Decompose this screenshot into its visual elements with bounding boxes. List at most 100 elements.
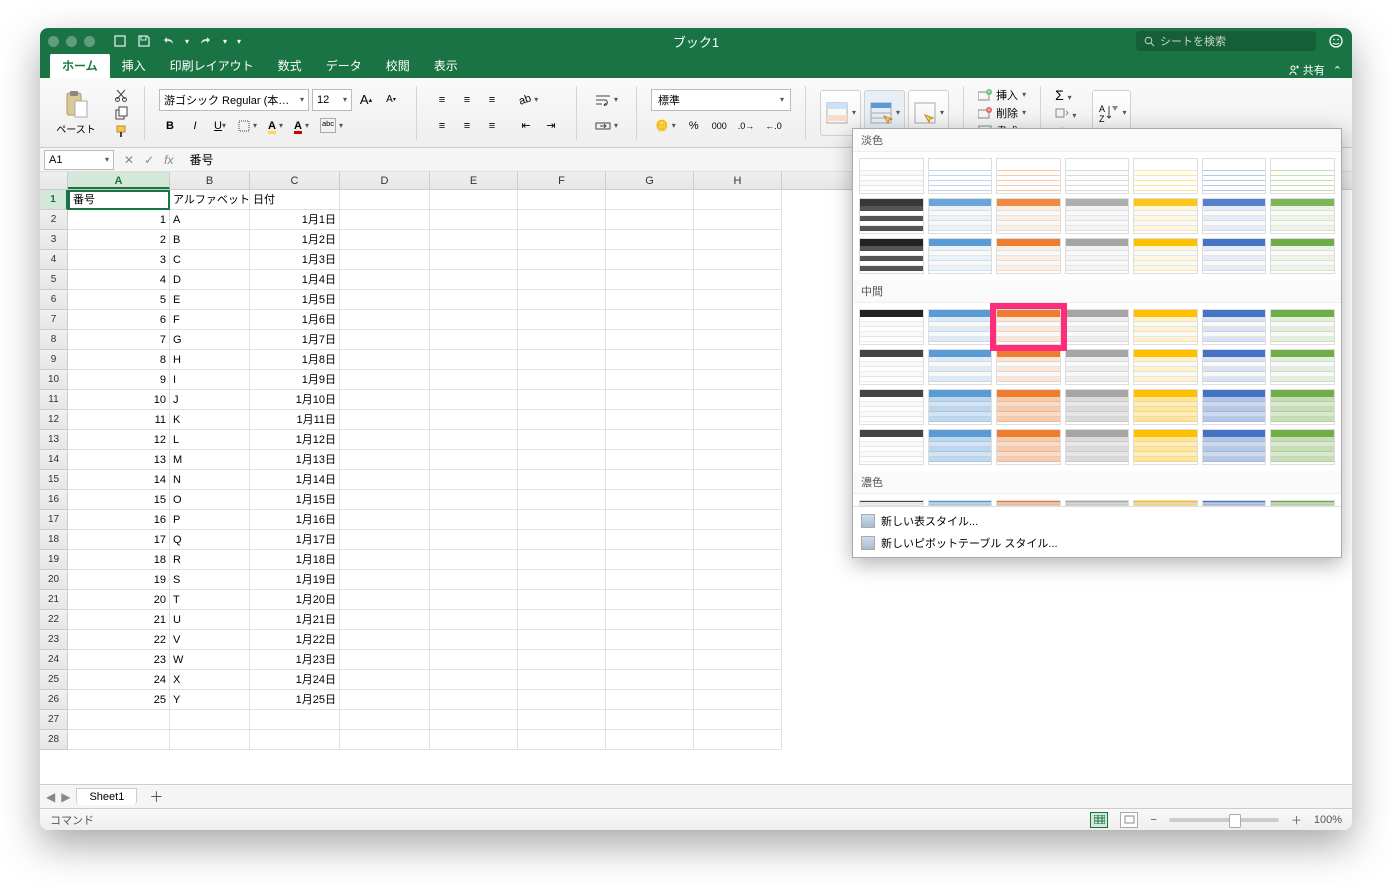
cell[interactable]: 24 — [68, 670, 170, 690]
table-style-thumb[interactable] — [928, 238, 993, 274]
cell[interactable] — [430, 530, 518, 550]
cell[interactable] — [606, 630, 694, 650]
cell[interactable] — [430, 430, 518, 450]
fill-color-button[interactable]: A — [264, 115, 287, 137]
autosum-button[interactable]: Σ ▾ — [1055, 87, 1076, 103]
table-style-thumb[interactable] — [859, 158, 924, 194]
share-button[interactable]: 共有 — [1287, 62, 1325, 78]
cell[interactable] — [518, 190, 606, 210]
row-header[interactable]: 21 — [40, 590, 68, 610]
comma-button[interactable]: 000 — [708, 115, 731, 137]
table-style-thumb[interactable] — [928, 198, 993, 234]
table-style-thumb[interactable] — [1133, 429, 1198, 465]
cell[interactable]: 1月5日 — [250, 290, 340, 310]
align-left-icon[interactable]: ≡ — [431, 115, 453, 137]
page-layout-view-icon[interactable] — [1120, 812, 1138, 828]
cell[interactable] — [606, 710, 694, 730]
cell[interactable]: 1月16日 — [250, 510, 340, 530]
cell[interactable] — [250, 730, 340, 750]
cell[interactable] — [606, 430, 694, 450]
column-header[interactable]: G — [606, 172, 694, 189]
cell[interactable] — [340, 390, 430, 410]
cell[interactable]: 21 — [68, 610, 170, 630]
cell[interactable] — [694, 310, 782, 330]
cell[interactable] — [694, 450, 782, 470]
tab-データ[interactable]: データ — [314, 53, 374, 78]
redo-icon[interactable] — [199, 34, 213, 48]
cell[interactable] — [340, 590, 430, 610]
cell[interactable]: 9 — [68, 370, 170, 390]
table-style-thumb[interactable] — [928, 429, 993, 465]
table-style-thumb[interactable] — [859, 389, 924, 425]
sheet-prev-icon[interactable]: ◀ — [46, 790, 55, 804]
cell[interactable] — [340, 290, 430, 310]
cell[interactable]: 1月20日 — [250, 590, 340, 610]
cell[interactable] — [518, 430, 606, 450]
cell[interactable]: 18 — [68, 550, 170, 570]
cell[interactable] — [430, 230, 518, 250]
cell[interactable] — [430, 510, 518, 530]
row-header[interactable]: 20 — [40, 570, 68, 590]
cell[interactable] — [430, 370, 518, 390]
cell[interactable] — [518, 490, 606, 510]
decrease-decimal-icon[interactable]: ←.0 — [761, 115, 786, 137]
cell[interactable] — [430, 310, 518, 330]
cell[interactable]: 1月11日 — [250, 410, 340, 430]
save-icon[interactable] — [137, 34, 151, 48]
cell[interactable] — [694, 430, 782, 450]
cell[interactable] — [340, 430, 430, 450]
cell[interactable] — [518, 710, 606, 730]
table-style-thumb[interactable] — [1065, 238, 1130, 274]
cell[interactable] — [606, 610, 694, 630]
cell[interactable]: 14 — [68, 470, 170, 490]
align-bottom-icon[interactable]: ≡ — [481, 89, 503, 111]
cell[interactable]: F — [170, 310, 250, 330]
column-header[interactable]: E — [430, 172, 518, 189]
increase-decimal-icon[interactable]: .0→ — [734, 115, 759, 137]
cell[interactable] — [606, 690, 694, 710]
cell[interactable] — [340, 230, 430, 250]
font-size-select[interactable]: 12 — [312, 89, 352, 111]
cell[interactable] — [694, 470, 782, 490]
cell[interactable] — [694, 670, 782, 690]
cell[interactable]: 3 — [68, 250, 170, 270]
cell[interactable] — [340, 550, 430, 570]
wrap-text-button[interactable] — [591, 89, 622, 111]
table-style-thumb[interactable] — [996, 198, 1061, 234]
cell[interactable]: V — [170, 630, 250, 650]
close-icon[interactable] — [48, 36, 59, 47]
table-style-thumb[interactable] — [1133, 158, 1198, 194]
cell[interactable]: 19 — [68, 570, 170, 590]
tab-表示[interactable]: 表示 — [422, 53, 470, 78]
table-style-thumb[interactable] — [859, 500, 924, 506]
cell[interactable] — [518, 630, 606, 650]
new-table-style[interactable]: 新しい表スタイル... — [861, 513, 1333, 529]
bold-button[interactable]: B — [159, 115, 181, 137]
table-style-thumb[interactable] — [996, 238, 1061, 274]
cell[interactable] — [518, 650, 606, 670]
cell[interactable]: Q — [170, 530, 250, 550]
cell[interactable] — [694, 210, 782, 230]
name-box[interactable]: A1▾ — [44, 150, 114, 170]
zoom-in-button[interactable]: ＋ — [1291, 812, 1302, 828]
row-header[interactable]: 16 — [40, 490, 68, 510]
cell[interactable] — [518, 330, 606, 350]
cell[interactable] — [694, 390, 782, 410]
cell[interactable]: X — [170, 670, 250, 690]
table-style-thumb[interactable] — [1065, 500, 1130, 506]
cell[interactable] — [606, 490, 694, 510]
add-sheet-button[interactable]: ＋ — [143, 787, 169, 807]
cell[interactable]: P — [170, 510, 250, 530]
cell[interactable] — [518, 390, 606, 410]
cell[interactable] — [606, 350, 694, 370]
zoom-slider[interactable] — [1169, 818, 1279, 822]
row-header[interactable]: 10 — [40, 370, 68, 390]
cell[interactable] — [606, 310, 694, 330]
cell[interactable] — [694, 590, 782, 610]
cell[interactable] — [340, 670, 430, 690]
zoom-level[interactable]: 100% — [1314, 814, 1342, 826]
cell[interactable] — [340, 510, 430, 530]
sheet-tab[interactable]: Sheet1 — [76, 788, 137, 805]
cell[interactable] — [694, 410, 782, 430]
cell[interactable] — [518, 510, 606, 530]
